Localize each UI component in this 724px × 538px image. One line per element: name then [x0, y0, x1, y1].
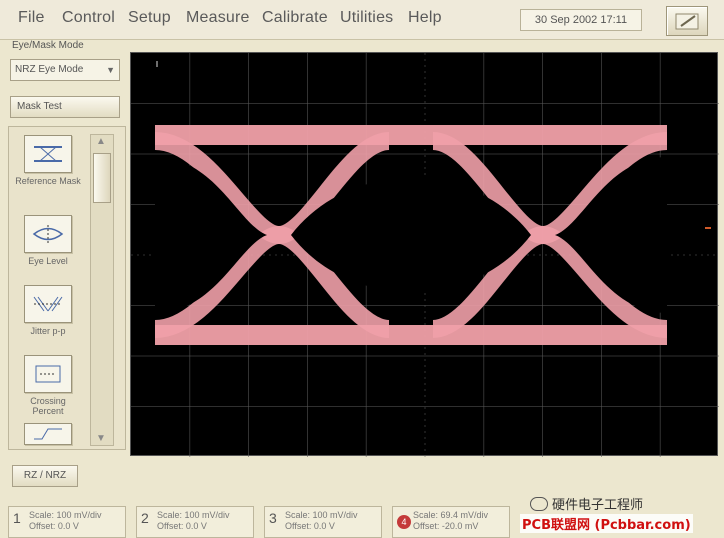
eye-diagram-plot	[131, 53, 719, 457]
pencil-icon	[675, 13, 699, 30]
channel-offset: Offset: -20.0 mV	[413, 521, 479, 531]
list-item[interactable]: Jitter p-p	[15, 285, 81, 336]
scroll-up-icon[interactable]: ▲	[96, 136, 106, 147]
channel-3-box[interactable]: 3 Scale: 100 mV/div Offset: 0.0 V	[264, 506, 382, 538]
menu-file[interactable]: File	[18, 9, 45, 27]
panel-title: Eye/Mask Mode	[12, 40, 84, 51]
watermark-account: 硬件电子工程师	[530, 494, 643, 513]
scrollbar[interactable]: ▲ ▼	[90, 134, 114, 446]
list-item-label: Jitter p-p	[30, 326, 66, 336]
channel-offset: Offset: 0.0 V	[157, 521, 207, 531]
menu-bar: File Control Setup Measure Calibrate Uti…	[0, 0, 724, 40]
channel-number: 2	[141, 510, 149, 526]
channel-number: 1	[13, 510, 21, 526]
channel-scale: Scale: 69.4 mV/div	[413, 510, 489, 520]
rz-nrz-button[interactable]: RZ / NRZ	[12, 465, 78, 487]
list-item-label: Crossing Percent	[30, 396, 66, 416]
channel-number: 4	[397, 515, 411, 529]
menu-calibrate[interactable]: Calibrate	[262, 9, 328, 27]
date-time-display: 30 Sep 2002 17:11	[520, 9, 642, 31]
menu-utilities[interactable]: Utilities	[340, 9, 393, 27]
channel-2-box[interactable]: 2 Scale: 100 mV/div Offset: 0.0 V	[136, 506, 254, 538]
mask-test-tab[interactable]: Mask Test	[10, 96, 120, 118]
scroll-thumb[interactable]	[93, 153, 111, 203]
list-item-label: Eye Level	[28, 256, 68, 266]
rise-time-icon	[24, 423, 72, 445]
list-item-label: Reference Mask	[15, 176, 81, 186]
toolbar-button[interactable]	[666, 6, 708, 36]
channel-4-box[interactable]: 4 Scale: 69.4 mV/div Offset: -20.0 mV	[392, 506, 510, 538]
channel-offset: Offset: 0.0 V	[29, 521, 79, 531]
list-item[interactable]	[15, 423, 81, 445]
channel-offset: Offset: 0.0 V	[285, 521, 335, 531]
scroll-down-icon[interactable]: ▼	[96, 433, 106, 444]
chat-bubble-icon	[530, 497, 548, 511]
eye-diagram-display[interactable]	[130, 52, 719, 457]
channel-number: 3	[269, 510, 277, 526]
menu-control[interactable]: Control	[62, 9, 115, 27]
eye-level-icon	[24, 215, 72, 253]
list-item[interactable]: Eye Level	[15, 215, 81, 266]
mode-dropdown[interactable]: NRZ Eye Mode ▼	[10, 59, 120, 81]
jitter-icon	[24, 285, 72, 323]
menu-setup[interactable]: Setup	[128, 9, 171, 27]
menu-measure[interactable]: Measure	[186, 9, 250, 27]
crossing-icon	[24, 355, 72, 393]
channel-scale: Scale: 100 mV/div	[285, 510, 358, 520]
mode-dropdown-value: NRZ Eye Mode	[15, 64, 84, 75]
mask-test-icon	[24, 135, 72, 173]
channel-scale: Scale: 100 mV/div	[29, 510, 102, 520]
channel-scale: Scale: 100 mV/div	[157, 510, 230, 520]
watermark-site: PCB联盟网 (Pcbbar.com)	[520, 514, 693, 533]
list-item[interactable]: Reference Mask	[15, 135, 81, 186]
channel-1-box[interactable]: 1 Scale: 100 mV/div Offset: 0.0 V	[8, 506, 126, 538]
list-item[interactable]: Crossing Percent	[15, 355, 81, 416]
chevron-down-icon: ▼	[106, 65, 115, 75]
menu-help[interactable]: Help	[408, 9, 442, 27]
watermark-account-text: 硬件电子工程师	[552, 498, 644, 513]
